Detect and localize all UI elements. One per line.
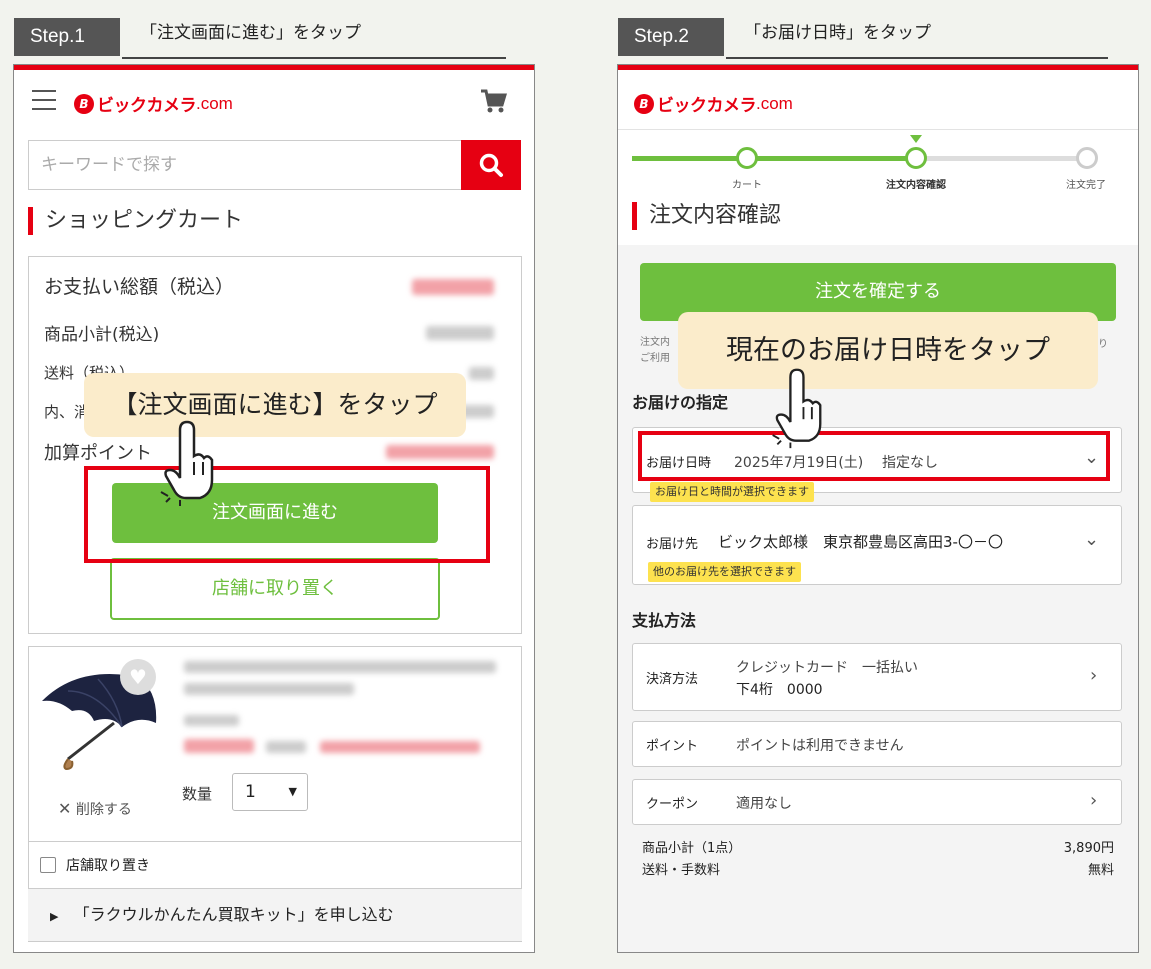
tax-breakdown-label: 内、消	[44, 403, 90, 421]
bic-camera-logo[interactable]: B ビックカメラ .com	[634, 91, 793, 116]
product-name-blurred-2	[184, 683, 354, 695]
brand-bar	[618, 65, 1138, 70]
search-button[interactable]	[461, 140, 521, 190]
delivery-address-label: お届け先	[646, 537, 699, 552]
quantity-label: 数量	[182, 785, 213, 803]
caret-down-icon: ▼	[288, 785, 297, 798]
delivery-section-title: お届けの指定	[632, 393, 729, 412]
step2-title: 「お届け日時」をタップ	[726, 15, 1108, 59]
page-title: 注文内容確認	[632, 202, 781, 230]
step2-tab: Step.2	[618, 18, 724, 56]
search-icon	[479, 153, 503, 177]
progress-line-pending	[916, 156, 1088, 161]
coupon-value: 適用なし	[736, 796, 792, 812]
total-value-blurred	[412, 279, 494, 295]
shipping-value-blurred	[469, 367, 494, 380]
progress-step-confirm	[905, 147, 927, 169]
chevron-right-icon[interactable]: ›	[1090, 665, 1097, 686]
fine-print-line-2: ご利用	[640, 353, 670, 364]
brand-bar	[14, 65, 534, 70]
product-tax-blurred	[266, 741, 306, 753]
instruction-callout: 現在のお届け日時をタップ	[678, 312, 1098, 389]
product-price-blurred	[184, 739, 254, 753]
caret-right-icon: ▶	[50, 910, 59, 923]
delivery-date-tooltip: お届け日と時間が選択できます	[650, 482, 814, 502]
fine-print-line-1: 注文内	[640, 337, 670, 348]
progress-label-confirm: 注文内容確認	[886, 180, 946, 191]
chevron-right-icon[interactable]: ›	[1090, 790, 1097, 811]
delivery-address-value: ビック太郎様 東京都豊島区高田3-〇－〇	[718, 533, 1003, 551]
subtotal-label: 商品小計（1点）	[642, 841, 742, 856]
payment-section-title: 支払方法	[632, 611, 697, 630]
points-value: ポイントは利用できません	[736, 738, 904, 754]
logo-domain: .com	[756, 93, 793, 113]
step2-phone-screen: B ビックカメラ .com カート 注文内容確認 注文完了 注文内容確認 注文を…	[617, 64, 1139, 953]
points-value-blurred	[386, 445, 494, 459]
payment-method-value: クレジットカード 一括払い	[736, 660, 918, 676]
progress-label-cart: カート	[732, 180, 762, 191]
delete-label: 削除する	[75, 802, 132, 818]
points-label: ポイント	[646, 739, 699, 754]
bic-camera-logo[interactable]: B ビックカメラ .com	[74, 91, 233, 116]
fine-print-end: り	[1098, 339, 1108, 350]
page-title: ショッピングカート	[28, 207, 243, 235]
progress-label-complete: 注文完了	[1066, 180, 1106, 191]
logo-badge-icon: B	[74, 93, 94, 114]
logo-domain: .com	[196, 93, 233, 113]
step1-phone-screen: B ビックカメラ .com キーワードで探す ショッピングカート お支払い総額（…	[13, 64, 535, 953]
pointing-hand-icon	[772, 368, 822, 449]
header-divider	[618, 129, 1138, 130]
heart-plus-icon: ♥	[129, 665, 147, 689]
quantity-value: 1	[245, 782, 256, 802]
store-reserve-checkbox-row[interactable]: 店舗取り置き	[40, 855, 150, 875]
buyback-kit-label: 「ラクウルかんたん買取キット」を申し込む	[73, 905, 394, 924]
buyback-kit-link[interactable]: ▶ 「ラクウルかんたん買取キット」を申し込む	[28, 889, 522, 941]
close-icon: ✕	[58, 799, 72, 818]
divider	[28, 841, 522, 842]
logo-wordmark: ビックカメラ	[657, 96, 757, 116]
progress-line-done	[632, 156, 916, 161]
subtotal-label: 商品小計(税込)	[44, 325, 160, 345]
shipping-value: 無料	[1087, 863, 1114, 878]
delete-item-button[interactable]: ✕ 削除する	[58, 799, 132, 819]
logo-wordmark: ビックカメラ	[97, 96, 197, 116]
checkbox[interactable]	[40, 857, 56, 873]
step1-tab: Step.1	[14, 18, 120, 56]
subtotal-value-blurred	[426, 326, 494, 340]
chevron-down-icon[interactable]: ⌄	[1084, 529, 1099, 550]
subtotal-value: 3,890円	[1063, 841, 1114, 856]
favorite-button[interactable]: ♥	[120, 659, 156, 695]
product-points-blurred	[320, 741, 480, 753]
payment-method-label: 決済方法	[646, 672, 699, 687]
menu-icon[interactable]	[32, 90, 56, 110]
step1-title: 「注文画面に進む」をタップ	[122, 15, 506, 59]
highlight-frame	[638, 431, 1110, 481]
quantity-select[interactable]: 1 ▼	[232, 773, 308, 811]
delivery-address-tooltip: 他のお届け先を選択できます	[648, 562, 801, 582]
progress-step-cart	[736, 147, 758, 169]
highlight-frame	[84, 466, 490, 563]
payment-method-row[interactable]	[632, 643, 1122, 711]
card-last-digits: 下4桁 0000	[736, 682, 823, 698]
pointing-hand-icon	[160, 420, 214, 506]
search-input[interactable]: キーワードで探す	[28, 140, 464, 190]
store-pickup-button[interactable]: 店舗に取り置く	[110, 558, 440, 620]
store-reserve-label: 店舗取り置き	[66, 858, 150, 874]
current-step-marker-icon	[910, 135, 922, 143]
coupon-row[interactable]	[632, 779, 1122, 825]
cart-icon[interactable]	[479, 87, 507, 115]
points-label: 加算ポイント	[44, 443, 152, 464]
product-name-blurred	[184, 661, 496, 673]
coupon-label: クーポン	[646, 797, 699, 812]
product-code-blurred	[184, 715, 239, 726]
logo-badge-icon: B	[634, 93, 654, 114]
fine-print: 注文内 ご利用	[640, 335, 670, 367]
progress-step-complete	[1076, 147, 1098, 169]
instruction-callout: 【注文画面に進む】をタップ	[84, 373, 466, 437]
shipping-label: 送料・手数料	[642, 863, 721, 878]
total-label: お支払い総額（税込）	[44, 276, 235, 298]
